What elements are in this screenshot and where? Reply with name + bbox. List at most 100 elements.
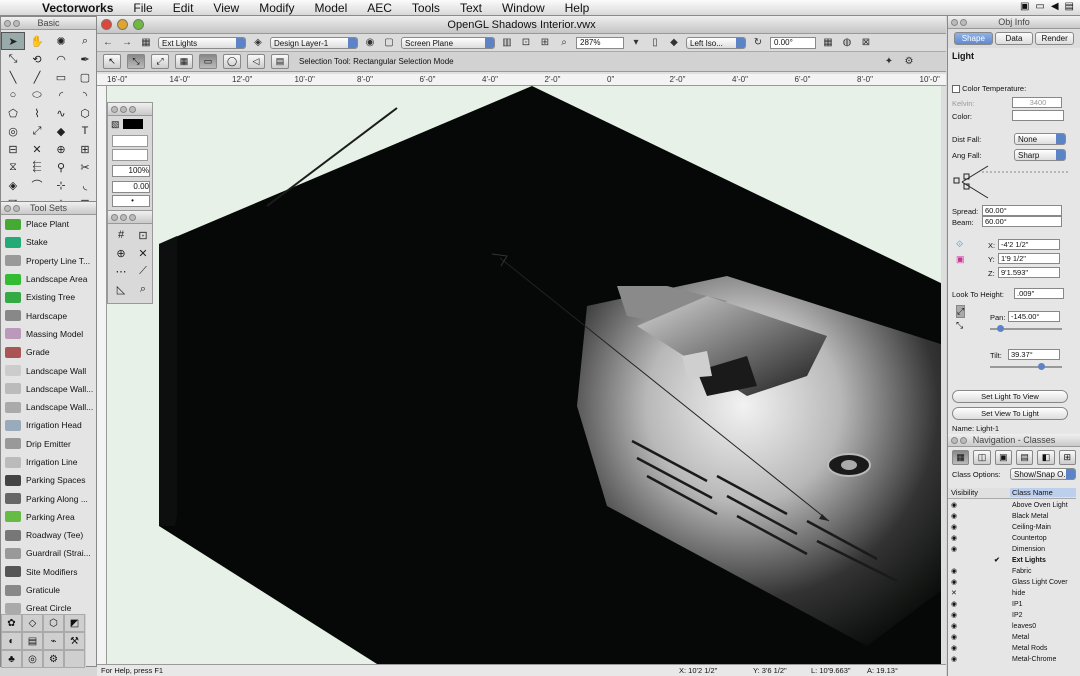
menu-edit[interactable]: Edit [173, 1, 194, 15]
class-row[interactable]: ◉ Fabric [948, 566, 1076, 577]
polygon-tool-icon[interactable]: ⬠ [1, 104, 25, 122]
regular-polygon-tool-icon[interactable]: ⤢ [25, 122, 49, 140]
zoom-button[interactable] [133, 19, 144, 30]
visibility-eye-icon[interactable]: ◉ [951, 577, 961, 588]
visibility-eye-icon[interactable]: ◉ [951, 566, 961, 577]
rounded-rect-tool-icon[interactable]: ▢ [73, 68, 97, 86]
toolset-item[interactable]: Irrigation Line [1, 453, 96, 471]
active-class-popup[interactable]: Ext Lights [158, 36, 246, 49]
class-row[interactable]: ✔ Ext Lights [948, 555, 1076, 566]
y-field[interactable]: 1'9 1/2" [998, 253, 1060, 264]
flyover-view-icon[interactable]: ◆ [667, 37, 681, 48]
opacity-field[interactable]: 100% [112, 165, 150, 177]
tab-shape[interactable]: Shape [954, 32, 993, 45]
snap-tangent-icon[interactable]: ⟋ [132, 262, 154, 280]
active-layer-popup[interactable]: Design Layer-1 [270, 36, 358, 49]
snap-edge-icon[interactable]: ◺ [110, 280, 132, 298]
menu-tools[interactable]: Tools [412, 1, 440, 15]
text-cursor-tool-icon[interactable]: ╱ [25, 68, 49, 86]
look-to-height-field[interactable]: .009" [1014, 288, 1064, 299]
beam-field[interactable]: 60.00° [982, 216, 1062, 227]
color-swatch[interactable] [1012, 110, 1064, 121]
layer-stack-icon[interactable]: ◈ [251, 37, 265, 48]
plane-icon[interactable]: ▢ [382, 37, 396, 48]
class-options-popup[interactable]: Show/Snap O... [1010, 468, 1076, 480]
wand-tool-icon[interactable]: ⚲ [49, 158, 73, 176]
line-weight-field[interactable]: 0.00 [112, 181, 150, 193]
toolset-item[interactable]: Parking Spaces [1, 471, 96, 489]
line-tool-icon[interactable]: ╲ [1, 68, 25, 86]
tilt-slider[interactable] [990, 363, 1062, 370]
tab-data[interactable]: Data [994, 32, 1034, 45]
class-row[interactable]: ◉ IP2 [948, 610, 1076, 621]
standard-view-popup[interactable]: Left Iso... [686, 36, 746, 49]
toolset-item[interactable]: Roadway (Tee) [1, 526, 96, 544]
pen-style-swatch[interactable] [112, 149, 148, 161]
magnifier-icon[interactable]: ⌕ [557, 37, 571, 48]
aim-mode-icon[interactable]: ⤡ [956, 320, 963, 331]
settings-gear-icon[interactable]: ⚙ [902, 56, 916, 67]
visibility-eye-icon[interactable]: ◉ [951, 511, 961, 522]
double-line-tool-icon[interactable]: ⬡ [73, 104, 97, 122]
toolset-furniture-icon[interactable]: ▤ [22, 632, 43, 650]
grid-line-tool-icon[interactable]: ⊹ [49, 176, 73, 194]
toolset-item[interactable]: Graticule [1, 581, 96, 599]
nav-views-icon[interactable]: ◧ [1037, 450, 1055, 465]
menu-file[interactable]: File [133, 1, 152, 15]
pan-tilt-mode-icon[interactable]: ⤢ [956, 305, 966, 318]
menu-app[interactable]: Vectorworks [42, 1, 113, 15]
flyover-tool-icon[interactable]: ✺ [49, 32, 73, 50]
toolset-item[interactable]: Hardscape [1, 306, 96, 324]
menu-extra-icon[interactable]: ▤ [1065, 1, 1074, 12]
tilt-field[interactable]: 39.37° [1008, 349, 1060, 360]
layer-options-icon[interactable]: ◉ [363, 37, 377, 48]
clip-tool-icon[interactable]: ✂ [73, 158, 97, 176]
toolset-site-icon[interactable]: ✿ [1, 614, 22, 632]
trim-tool-icon[interactable]: ⌒ [25, 176, 49, 194]
nav-viewports-icon[interactable]: ▣ [994, 450, 1012, 465]
freehand-tool-icon[interactable]: ∿ [49, 104, 73, 122]
nav-classes-icon[interactable]: ▦ [952, 450, 970, 465]
class-row[interactable]: ◉ Metal [948, 632, 1076, 643]
fill-swatch[interactable] [122, 119, 143, 129]
drawing-canvas[interactable] [107, 86, 941, 664]
section-tool-icon[interactable]: ⊞ [73, 140, 97, 158]
zoom-field[interactable]: 287% [576, 36, 624, 49]
color-temp-checkbox[interactable] [952, 85, 960, 94]
visibility-column[interactable]: Visibility [951, 488, 978, 497]
view-more-icon[interactable]: ⊠ [859, 37, 873, 48]
menu-aec[interactable]: AEC [367, 1, 392, 15]
mode-lasso-icon[interactable]: ◯ [223, 54, 241, 69]
snap-distance-icon[interactable]: ⋯ [110, 262, 132, 280]
visibility-eye-icon[interactable]: ◉ [951, 599, 961, 610]
zoom-menu-icon[interactable]: ▾ [629, 37, 643, 48]
vertical-scrollbar[interactable] [941, 86, 946, 664]
class-row[interactable]: ✕ hide [948, 588, 1076, 599]
spread-field[interactable]: 60.00° [982, 205, 1062, 216]
position-3d-icon[interactable]: ⟐ [956, 239, 963, 250]
move-camera-tool-icon[interactable]: ⊕ [49, 140, 73, 158]
minimize-button[interactable] [117, 19, 128, 30]
pan-field[interactable]: -145.00° [1008, 311, 1060, 322]
mirror-tool-icon[interactable]: ⧖ [1, 158, 25, 176]
class-row[interactable]: ◉ Black Metal [948, 511, 1076, 522]
visibility-eye-icon[interactable]: ◉ [951, 632, 961, 643]
position-2d-icon[interactable]: ▣ [956, 254, 965, 265]
pan-tool-icon[interactable]: ✋ [25, 32, 49, 50]
mode-preferences-icon[interactable]: ▤ [271, 54, 289, 69]
class-row[interactable]: ◉ leaves0 [948, 621, 1076, 632]
toolset-gear-icon[interactable]: ⚙ [43, 650, 64, 668]
working-plane-popup[interactable]: Screen Plane [401, 36, 495, 49]
toolset-pipe-icon[interactable]: ⌁ [43, 632, 64, 650]
mode-select-icon[interactable]: ↖ [103, 54, 121, 69]
display-icon[interactable]: ▭ [1035, 1, 1044, 12]
toolset-item[interactable]: Landscape Wall [1, 361, 96, 379]
rectangle-tool-icon[interactable]: ▭ [49, 68, 73, 86]
toolset-item[interactable]: Irrigation Head [1, 416, 96, 434]
menu-modify[interactable]: Modify [259, 1, 294, 15]
close-button[interactable] [101, 19, 112, 30]
pan-slider[interactable] [990, 325, 1062, 332]
volume-icon[interactable]: ◀ [1051, 1, 1059, 12]
zoom-tool-icon[interactable]: ⌕ [73, 32, 97, 50]
snap-grid-icon[interactable]: # [110, 226, 132, 244]
